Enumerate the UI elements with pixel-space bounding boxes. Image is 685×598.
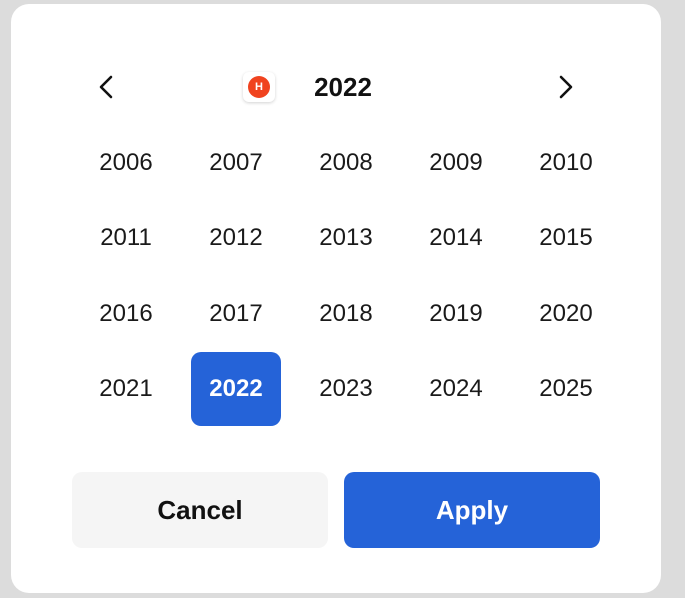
- apply-button[interactable]: Apply: [344, 472, 600, 548]
- year-option[interactable]: 2009: [411, 126, 501, 200]
- badge-icon: H: [248, 76, 270, 98]
- year-option[interactable]: 2017: [191, 277, 281, 351]
- cancel-button[interactable]: Cancel: [72, 472, 328, 548]
- year-cell: 2021: [71, 352, 181, 428]
- year-cell: 2023: [291, 352, 401, 428]
- year-grid: 2006 2007 2008 2009 2010 2011 2012 2013 2014 2015…: [71, 125, 621, 427]
- year-cell: 2018: [291, 276, 401, 352]
- year-cell: 2006: [71, 125, 181, 201]
- year-cell: 2019: [401, 276, 511, 352]
- year-cell: 2025: [511, 352, 621, 428]
- year-cell: 2014: [401, 201, 511, 277]
- year-option[interactable]: 2024: [411, 352, 501, 426]
- year-option-selected[interactable]: 2022: [191, 352, 281, 427]
- year-cell: 2020: [511, 276, 621, 352]
- year-option[interactable]: 2025: [521, 352, 611, 426]
- year-option[interactable]: 2015: [521, 201, 611, 275]
- year-option[interactable]: 2010: [521, 126, 611, 200]
- year-option[interactable]: 2014: [411, 201, 501, 275]
- chevron-left-icon: [99, 75, 113, 99]
- year-option[interactable]: 2016: [81, 277, 171, 351]
- year-option[interactable]: 2008: [301, 126, 391, 200]
- year-cell: 2017: [181, 276, 291, 352]
- year-option[interactable]: 2012: [191, 201, 281, 275]
- year-option[interactable]: 2020: [521, 277, 611, 351]
- year-cell: 2024: [401, 352, 511, 428]
- app-badge: H: [243, 72, 275, 102]
- year-cell: 2010: [511, 125, 621, 201]
- year-option[interactable]: 2007: [191, 126, 281, 200]
- year-cell: 2007: [181, 125, 291, 201]
- year-option[interactable]: 2023: [301, 352, 391, 426]
- year-cell: 2013: [291, 201, 401, 277]
- next-decade-button[interactable]: [549, 70, 583, 104]
- year-cell: 2009: [401, 125, 511, 201]
- year-cell: 2011: [71, 201, 181, 277]
- current-year-title[interactable]: 2022: [301, 70, 385, 104]
- year-picker-dialog: H 2022 2006 2007 2008 2009 2010 2011 2012 2013 2…: [11, 4, 661, 593]
- dialog-actions: Cancel Apply: [72, 472, 601, 548]
- year-option[interactable]: 2011: [81, 201, 171, 275]
- year-cell: 2012: [181, 201, 291, 277]
- year-option[interactable]: 2018: [301, 277, 391, 351]
- year-option[interactable]: 2021: [81, 352, 171, 426]
- year-cell: 2008: [291, 125, 401, 201]
- year-option[interactable]: 2013: [301, 201, 391, 275]
- year-option[interactable]: 2006: [81, 126, 171, 200]
- year-cell: 2015: [511, 201, 621, 277]
- year-cell: 2022: [181, 352, 291, 428]
- previous-decade-button[interactable]: [89, 70, 123, 104]
- year-option[interactable]: 2019: [411, 277, 501, 351]
- chevron-right-icon: [559, 75, 573, 99]
- year-cell: 2016: [71, 276, 181, 352]
